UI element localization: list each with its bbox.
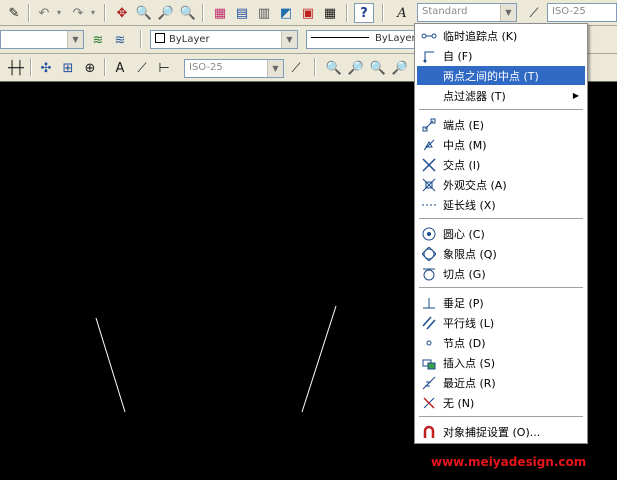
zoom-realtime-icon[interactable]: 🔍 [134,3,154,23]
quadrant-icon [419,244,439,263]
chevron-down-icon[interactable]: ▼ [67,31,83,48]
menu-item-center[interactable]: 圆心 (C) [417,224,585,243]
tool-palettes-icon[interactable]: ▥ [254,3,274,23]
dim-edit-icon[interactable]: A [110,58,130,78]
from-icon [419,46,439,65]
text-style-combo[interactable]: Standard ▼ [417,3,517,22]
tangent-icon [419,264,439,283]
undo-dropdown-icon[interactable]: ▾ [54,3,64,23]
menu-item-midpoint[interactable]: 中点 (M) [417,135,585,154]
zoom-previous-icon[interactable]: 🔍 [178,3,198,23]
linetype-combo[interactable]: ByLayer [306,30,416,49]
redo-dropdown-icon[interactable]: ▾ [88,3,98,23]
zoom-window-icon[interactable]: 🔎 [156,3,176,23]
temp-track-icon [419,26,439,45]
watermark: www.meiyadesign.com [431,455,587,469]
osnap-settings-icon [419,422,439,441]
menu-item-from[interactable]: 自 (F) [417,46,585,65]
menu-item-osnap-settings[interactable]: 对象捕捉设置 (O)... [417,422,585,441]
make-layer-current-icon[interactable]: ≋ [88,30,108,50]
sheet-set-icon[interactable]: ◩ [276,3,296,23]
insert-icon [419,353,439,372]
center-mark-icon[interactable]: ⊞ [58,58,78,78]
node-icon [419,333,439,352]
zoom-all-icon[interactable]: 🔍 [368,58,388,78]
menu-item-perpendicular[interactable]: 垂足 (P) [417,293,585,312]
drawing-line-left[interactable] [95,317,126,413]
dim-text-edit-icon[interactable]: ⟋ [132,58,152,78]
menu-item-temp-track[interactable]: 临时追踪点 (K) [417,26,585,45]
submenu-arrow-icon: ▶ [572,91,579,100]
markup-icon[interactable]: ▣ [298,3,318,23]
intersection-icon [419,155,439,174]
chevron-down-icon[interactable]: ▼ [267,60,283,77]
tolerance-icon[interactable]: ✣ [36,58,56,78]
menu-item-parallel[interactable]: 平行线 (L) [417,313,585,332]
linear-dim-icon[interactable]: ┼┼ [6,58,26,78]
menu-item-none[interactable]: 无 (N) [417,393,585,412]
perpendicular-icon [419,293,439,312]
menu-item-endpoint[interactable]: 端点 (E) [417,115,585,134]
help-icon[interactable]: ? [354,3,374,23]
menu-item-intersection[interactable]: 交点 (I) [417,155,585,174]
design-center-icon[interactable]: ▤ [232,3,252,23]
chevron-down-icon[interactable]: ▼ [281,31,297,48]
linetype-sample [311,37,369,38]
parallel-icon [419,313,439,332]
dim-center-icon[interactable]: ⊕ [80,58,100,78]
chevron-down-icon[interactable]: ▼ [500,4,516,21]
pencil-icon[interactable]: ✎ [4,3,24,23]
dim-style-icon[interactable]: ⟋ [524,3,544,23]
undo-icon[interactable]: ↶ [34,3,54,23]
menu-item-nearest[interactable]: 最近点 (R) [417,373,585,392]
zoom-out-icon[interactable]: 🔎 [346,58,366,78]
dim-style-combo-2[interactable]: ISO-25 ▼ [184,59,284,78]
color-swatch [155,33,165,43]
redo-icon[interactable]: ↷ [68,3,88,23]
menu-item-tangent[interactable]: 切点 (G) [417,264,585,283]
menu-item-node[interactable]: 节点 (D) [417,333,585,352]
dim-update-icon[interactable]: ⊢ [154,58,174,78]
dim-style-combo[interactable]: ISO-25 [547,3,617,22]
zoom-extents-icon[interactable]: 🔎 [390,58,410,78]
layer-previous-icon[interactable]: ≋ [110,30,130,50]
none-icon [419,393,439,412]
layer-combo[interactable]: ▼ [0,30,84,49]
calculator-icon[interactable]: ▦ [320,3,340,23]
extension-icon [419,195,439,214]
menu-item-quadrant[interactable]: 象限点 (Q) [417,244,585,263]
menu-item-apparent-intersection[interactable]: 外观交点 (A) [417,175,585,194]
zoom-in-icon[interactable]: 🔍 [324,58,344,78]
menu-item-extension[interactable]: 延长线 (X) [417,195,585,214]
dim-style-manager-icon[interactable]: ⟋ [286,58,306,78]
text-style-icon[interactable]: A [392,3,412,23]
menu-item-mid-between-points[interactable]: 两点之间的中点 (T) [417,66,585,85]
apparent-intersection-icon [419,175,439,194]
menu-item-point-filters[interactable]: 点过滤器 (T) ▶ [417,86,585,105]
endpoint-icon [419,115,439,134]
center-icon [419,224,439,243]
menu-item-insert[interactable]: 插入点 (S) [417,353,585,372]
object-snap-menu: 临时追踪点 (K) 自 (F) 两点之间的中点 (T) 点过滤器 (T) ▶ 端… [414,23,588,444]
pan-icon[interactable]: ✥ [112,3,132,23]
properties-icon[interactable]: ▦ [210,3,230,23]
drawing-line-right[interactable] [301,305,337,413]
midpoint-icon [419,135,439,154]
color-combo[interactable]: ByLayer ▼ [150,30,298,49]
nearest-icon [419,373,439,392]
